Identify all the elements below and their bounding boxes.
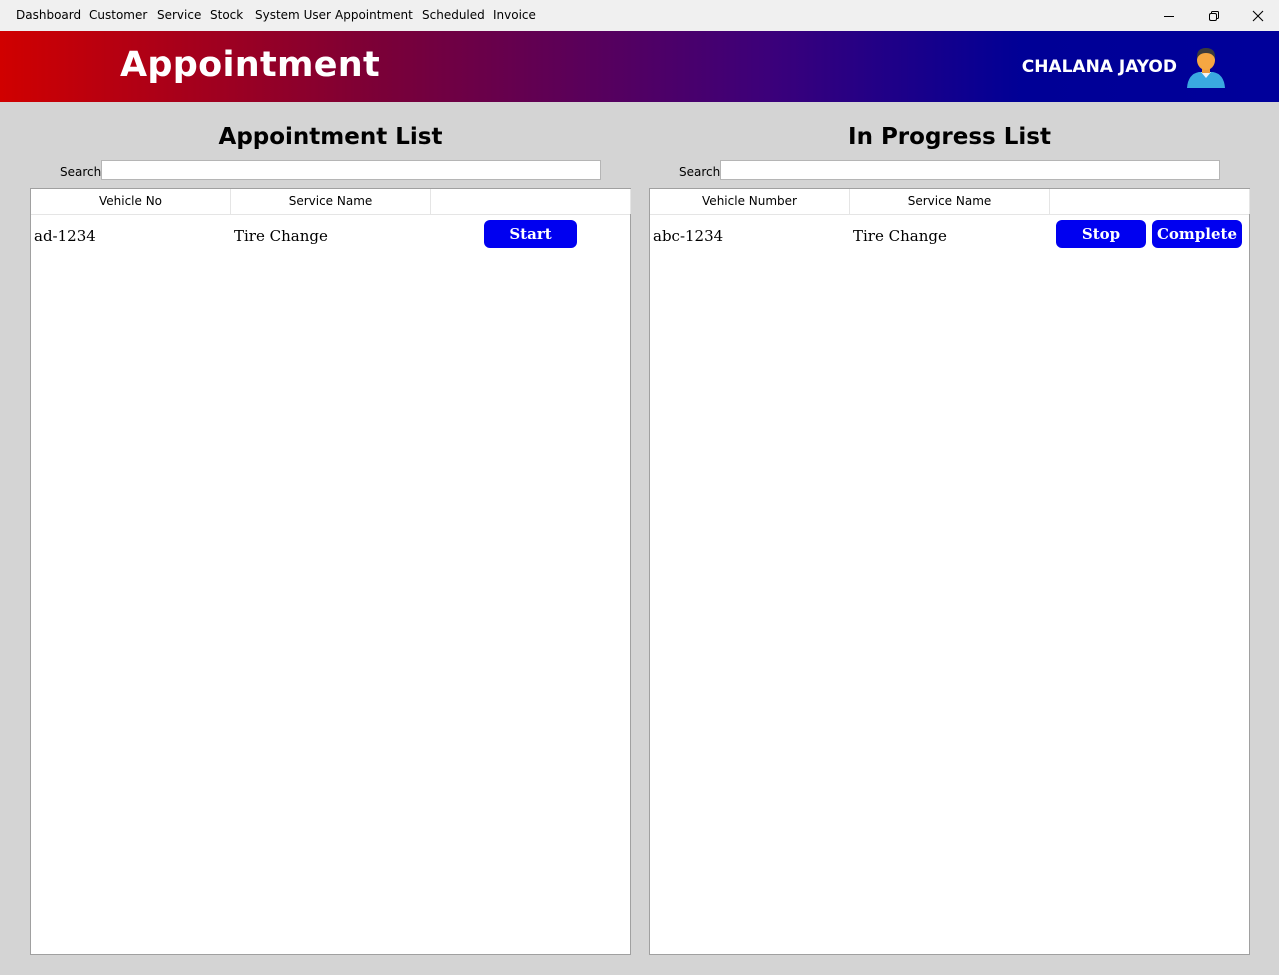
in-progress-list-title: In Progress List xyxy=(848,124,1051,150)
restore-button[interactable] xyxy=(1191,0,1237,31)
close-icon xyxy=(1252,10,1264,21)
minimize-icon xyxy=(1164,15,1174,17)
close-button[interactable] xyxy=(1235,0,1279,31)
menu-system-user[interactable]: System User xyxy=(255,8,331,22)
appointment-search-input[interactable] xyxy=(101,160,601,180)
progress-search-input[interactable] xyxy=(720,160,1220,180)
appointment-list-title: Appointment List xyxy=(218,124,443,150)
vehicle-cell: abc-1234 xyxy=(653,227,724,245)
table-row[interactable]: ad-1234 Tire Change Start xyxy=(31,215,630,257)
table-row[interactable]: abc-1234 Tire Change Stop Complete xyxy=(650,215,1249,257)
appointment-search-label: Search xyxy=(60,165,102,179)
service-cell: Tire Change xyxy=(853,227,947,245)
vehicle-cell: ad-1234 xyxy=(34,227,96,245)
menu-stock[interactable]: Stock xyxy=(210,8,243,22)
column-header-service-name[interactable]: Service Name xyxy=(231,189,431,214)
start-button[interactable]: Start xyxy=(484,220,577,248)
app-header: Appointment CHALANA JAYOD xyxy=(0,31,1279,102)
column-header-vehicle-number[interactable]: Vehicle Number xyxy=(650,189,850,214)
page-title: Appointment xyxy=(120,45,381,85)
in-progress-table: Vehicle Number Service Name abc-1234 Tir… xyxy=(649,188,1250,955)
column-header-action[interactable] xyxy=(431,189,631,214)
appointment-table: Vehicle No Service Name ad-1234 Tire Cha… xyxy=(30,188,631,955)
table-header: Vehicle Number Service Name xyxy=(650,189,1250,215)
service-cell: Tire Change xyxy=(234,227,328,245)
progress-search-label: Search xyxy=(679,165,721,179)
menu-bar: Dashboard Customer Service Stock System … xyxy=(0,0,1279,31)
menu-dashboard[interactable]: Dashboard xyxy=(16,8,81,22)
column-header-actions[interactable] xyxy=(1050,189,1250,214)
minimize-button[interactable] xyxy=(1146,0,1192,31)
menu-appointment[interactable]: Appointment xyxy=(335,8,413,22)
user-name: CHALANA JAYOD xyxy=(1021,57,1177,77)
table-header: Vehicle No Service Name xyxy=(31,189,631,215)
menu-invoice[interactable]: Invoice xyxy=(493,8,536,22)
complete-button[interactable]: Complete xyxy=(1152,220,1242,248)
restore-icon xyxy=(1209,10,1219,21)
stop-button[interactable]: Stop xyxy=(1056,220,1146,248)
column-header-vehicle-no[interactable]: Vehicle No xyxy=(31,189,231,214)
menu-customer[interactable]: Customer xyxy=(89,8,147,22)
menu-service[interactable]: Service xyxy=(157,8,201,22)
column-header-service-name[interactable]: Service Name xyxy=(850,189,1050,214)
menu-scheduled[interactable]: Scheduled xyxy=(422,8,485,22)
user-avatar-icon xyxy=(1187,48,1225,88)
